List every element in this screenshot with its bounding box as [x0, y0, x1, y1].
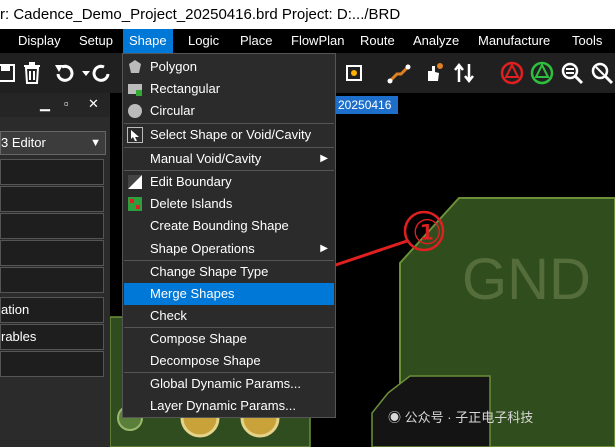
- panel-row[interactable]: [0, 159, 104, 185]
- editor-selector[interactable]: 3 Editor ▼: [0, 131, 106, 155]
- delete-islands-icon: [128, 197, 142, 211]
- fanout-icon[interactable]: [340, 59, 368, 87]
- zoom-fit-icon[interactable]: [558, 59, 586, 87]
- window-title: r: Cadence_Demo_Project_20250416.brd Pro…: [0, 6, 401, 23]
- title-bar: r: Cadence_Demo_Project_20250416.brd Pro…: [0, 0, 615, 29]
- swap-icon[interactable]: [450, 59, 478, 87]
- shape-menu: Polygon Rectangular Circular Select Shap…: [122, 53, 336, 418]
- menu-item-merge-shapes[interactable]: Merge Shapes: [124, 283, 334, 305]
- watermark: ◉ 公众号 · 子正电子科技: [388, 408, 608, 428]
- restore-icon[interactable]: ▫: [64, 96, 69, 111]
- panel-row[interactable]: rables: [0, 324, 104, 350]
- menu-manufacture[interactable]: Manufacture: [472, 29, 556, 53]
- route-connect-icon[interactable]: [385, 59, 413, 87]
- close-icon[interactable]: ✕: [88, 96, 99, 112]
- menu-shape[interactable]: Shape: [123, 29, 173, 53]
- panel-row[interactable]: [0, 267, 104, 293]
- drc-green-icon[interactable]: [528, 59, 556, 87]
- menu-item-edit-boundary[interactable]: Edit Boundary: [124, 171, 334, 193]
- menu-bar: Display Setup Shape Logic Place FlowPlan…: [0, 29, 615, 53]
- panel-row[interactable]: [0, 186, 104, 212]
- menu-item-change-shape-type[interactable]: Change Shape Type: [124, 261, 334, 283]
- minimize-icon[interactable]: ▁: [40, 96, 50, 112]
- menu-item-delete-islands[interactable]: Delete Islands: [124, 193, 334, 215]
- redo-icon[interactable]: [88, 59, 116, 87]
- submenu-arrow-icon: ▶: [320, 243, 328, 254]
- menu-logic[interactable]: Logic: [182, 29, 225, 53]
- annotation-number: ①: [412, 213, 442, 253]
- menu-item-global-dynamic-params[interactable]: Global Dynamic Params...: [124, 373, 334, 395]
- rectangle-icon: [128, 84, 142, 96]
- menu-item-create-bounding-shape[interactable]: Create Bounding Shape: [124, 215, 334, 237]
- panel-row[interactable]: [0, 213, 104, 239]
- save-icon[interactable]: [0, 59, 20, 87]
- delete-icon[interactable]: [18, 59, 46, 87]
- circle-icon: [128, 104, 142, 118]
- menu-item-select-shape[interactable]: Select Shape or Void/Cavity: [124, 124, 334, 146]
- submenu-arrow-icon: ▶: [320, 153, 328, 164]
- menu-item-circular[interactable]: Circular: [124, 100, 334, 122]
- slide-icon[interactable]: [418, 59, 446, 87]
- gnd-label: GND: [462, 247, 591, 312]
- menu-item-check[interactable]: Check: [124, 305, 334, 327]
- panel-row[interactable]: [0, 351, 104, 377]
- left-panel: ▁ ▫ ✕ 3 Editor ▼ ation rables: [0, 93, 110, 447]
- panel-row[interactable]: ation: [0, 297, 104, 323]
- menu-item-compose-shape[interactable]: Compose Shape: [124, 328, 334, 350]
- select-arrow-icon: [127, 127, 143, 143]
- menu-route[interactable]: Route: [354, 29, 401, 53]
- menu-item-decompose-shape[interactable]: Decompose Shape: [124, 350, 334, 372]
- menu-display[interactable]: Display: [12, 29, 67, 53]
- menu-place[interactable]: Place: [234, 29, 279, 53]
- menu-setup[interactable]: Setup: [73, 29, 119, 53]
- drc-red-icon[interactable]: [498, 59, 526, 87]
- watermark-text: 公众号 · 子正电子科技: [404, 410, 534, 425]
- menu-flowplan[interactable]: FlowPlan: [285, 29, 350, 53]
- editor-selector-label: 3 Editor: [1, 135, 46, 150]
- menu-tools[interactable]: Tools: [566, 29, 608, 53]
- menu-item-shape-operations[interactable]: Shape Operations ▶: [124, 238, 334, 260]
- polygon-icon: [129, 60, 141, 73]
- chevron-down-icon: ▼: [90, 137, 101, 149]
- wechat-icon: ◉: [388, 410, 402, 425]
- menu-item-rectangular[interactable]: Rectangular: [124, 78, 334, 100]
- menu-item-layer-dynamic-params[interactable]: Layer Dynamic Params...: [124, 395, 334, 417]
- menu-item-polygon[interactable]: Polygon: [124, 56, 334, 78]
- menu-analyze[interactable]: Analyze: [407, 29, 465, 53]
- panel-row[interactable]: [0, 240, 104, 266]
- edit-boundary-icon: [128, 175, 142, 189]
- menu-item-manual-void[interactable]: Manual Void/Cavity ▶: [124, 148, 334, 170]
- zoom-in-icon[interactable]: [588, 59, 615, 87]
- panel-header: ▁ ▫ ✕: [0, 93, 110, 117]
